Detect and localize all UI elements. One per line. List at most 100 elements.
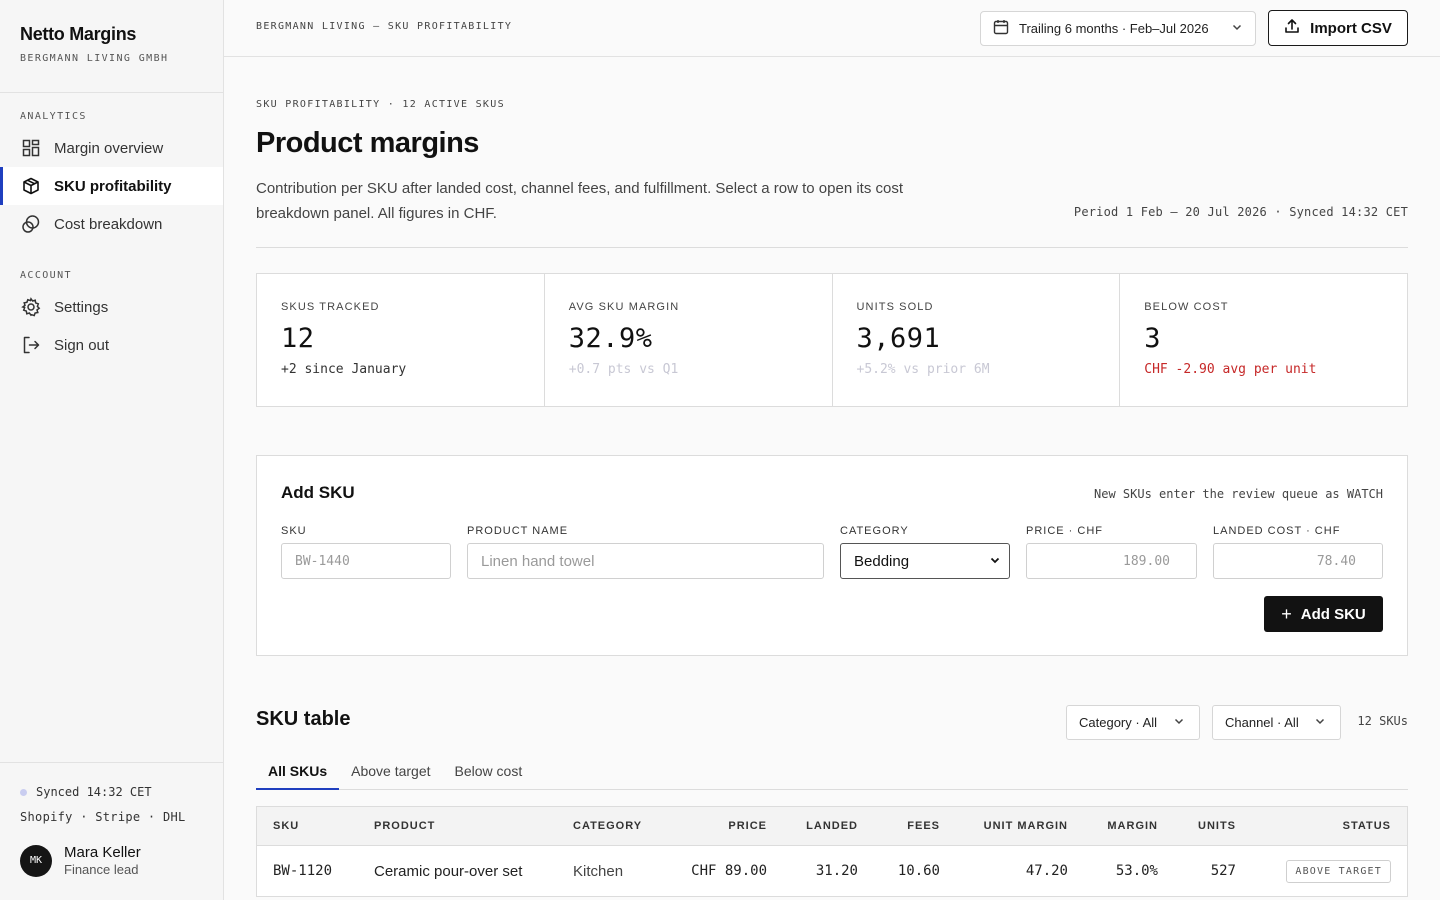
chevron-down-icon xyxy=(1314,715,1326,730)
avatar: MK xyxy=(20,844,52,877)
sidebar-item-sign-out[interactable]: Sign out xyxy=(0,326,223,364)
column-header-landed[interactable]: LANDED xyxy=(806,807,858,845)
landed-cost-label: LANDED COST · CHF xyxy=(1213,525,1341,537)
grid-icon xyxy=(20,137,42,159)
import-csv-label: Import CSV xyxy=(1310,19,1392,37)
tab-above-target[interactable]: Above target xyxy=(339,755,442,790)
tab-below-cost[interactable]: Below cost xyxy=(443,755,535,790)
column-header-fees[interactable]: FEES xyxy=(907,807,940,845)
column-header-unit-margin[interactable]: UNIT MARGIN xyxy=(984,807,1068,845)
sidebar-item-settings[interactable]: Settings xyxy=(0,288,223,326)
period-meta: Period 1 Feb – 20 Jul 2026 · Synced 14:3… xyxy=(1073,205,1408,219)
user-role: Finance lead xyxy=(64,862,139,877)
kpi-units-sold: UNITS SOLD 3,691 +5.2% vs prior 6M xyxy=(833,274,1121,406)
chevron-down-icon xyxy=(1173,715,1185,730)
product-name-field-group: PRODUCT NAME Linen hand towel xyxy=(467,525,824,579)
sidebar: Netto Margins BERGMANN LIVING GMBH ANALY… xyxy=(0,0,224,900)
column-header-margin[interactable]: MARGIN xyxy=(1107,807,1158,845)
sign-out-icon xyxy=(20,334,42,356)
kpi-strip: SKUS TRACKED 12 +2 since January AVG SKU… xyxy=(256,273,1408,407)
sync-status-text: Synced 14:32 CET xyxy=(36,785,152,799)
cell-sku: BW-1120 xyxy=(273,863,333,879)
sku-table: SKU PRODUCT CATEGORY PRICE LANDED FEES U… xyxy=(256,806,1408,897)
page-title: Product margins xyxy=(256,127,479,159)
kpi-note: +0.7 pts vs Q1 xyxy=(568,362,679,377)
kpi-value: 32.9% xyxy=(568,323,653,354)
add-sku-card: Add SKU New SKUs enter the review queue … xyxy=(256,455,1408,656)
sku-field-label: SKU xyxy=(281,525,307,537)
import-csv-button[interactable]: Import CSV xyxy=(1268,10,1408,46)
status-badge: ABOVE TARGET xyxy=(1286,859,1391,883)
column-header-sku[interactable]: SKU xyxy=(273,807,299,845)
chevron-down-icon xyxy=(1231,21,1243,36)
cell-status: ABOVE TARGET xyxy=(1286,846,1391,896)
kpi-label: AVG SKU MARGIN xyxy=(568,301,680,313)
column-header-status[interactable]: STATUS xyxy=(1343,807,1391,845)
add-sku-button-label: Add SKU xyxy=(1300,605,1366,623)
sku-table-title: SKU table xyxy=(256,708,351,730)
period-selector[interactable]: Trailing 6 months · Feb–Jul 2026 xyxy=(980,11,1256,46)
kpi-value: 3 xyxy=(1144,323,1162,354)
sidebar-item-margin-overview[interactable]: Margin overview xyxy=(0,129,223,167)
brand: Netto Margins BERGMANN LIVING GMBH xyxy=(0,0,223,93)
sidebar-item-label: Margin overview xyxy=(54,139,164,157)
cell-landed: 31.20 xyxy=(815,863,858,879)
category-select[interactable]: Bedding xyxy=(840,543,1010,579)
page-description: Contribution per SKU after landed cost, … xyxy=(256,180,904,222)
upload-icon xyxy=(1284,18,1300,38)
price-input[interactable]: 189.00 xyxy=(1026,543,1197,579)
status-dot-icon xyxy=(20,788,27,796)
user-profile[interactable]: MK Mara Keller Finance lead xyxy=(20,844,203,877)
sidebar-item-label: SKU profitability xyxy=(54,177,172,195)
period-label: Trailing 6 months · Feb–Jul 2026 xyxy=(1019,21,1209,36)
company-name: BERGMANN LIVING GMBH xyxy=(20,53,169,64)
breadcrumb: BERGMANN LIVING — SKU PROFITABILITY xyxy=(256,21,513,32)
kpi-label: SKUS TRACKED xyxy=(281,301,380,313)
kpi-label: UNITS SOLD xyxy=(856,301,934,313)
kpi-value: 3,691 xyxy=(856,323,941,354)
column-header-units[interactable]: UNITS xyxy=(1198,807,1236,845)
cell-margin: 53.0% xyxy=(1115,863,1158,879)
sidebar-item-cost-breakdown[interactable]: Cost breakdown xyxy=(0,205,223,243)
sku-tabs: All SKUs Above target Below cost xyxy=(256,755,1408,790)
product-name-input[interactable]: Linen hand towel xyxy=(467,543,824,579)
nav-section-analytics: ANALYTICS xyxy=(20,111,87,122)
kpi-note: CHF -2.90 avg per unit xyxy=(1144,362,1317,377)
sidebar-item-label: Sign out xyxy=(54,336,110,354)
kpi-note: +2 since January xyxy=(281,362,407,377)
kpi-below-cost: BELOW COST 3 CHF -2.90 avg per unit xyxy=(1120,274,1407,406)
column-header-price[interactable]: PRICE xyxy=(728,807,767,845)
column-header-product[interactable]: PRODUCT xyxy=(374,807,435,845)
table-row[interactable]: BW-1120 Ceramic pour-over set Kitchen CH… xyxy=(257,846,1407,896)
sidebar-item-sku-profitability[interactable]: SKU profitability xyxy=(0,167,223,205)
app-title: Netto Margins xyxy=(20,24,137,44)
kpi-avg-sku-margin: AVG SKU MARGIN 32.9% +0.7 pts vs Q1 xyxy=(545,274,833,406)
sku-field-group: SKU BW-1440 xyxy=(281,525,451,579)
table-header: SKU PRODUCT CATEGORY PRICE LANDED FEES U… xyxy=(257,807,1407,846)
chevron-down-icon xyxy=(989,553,1001,570)
category-filter[interactable]: Category · All xyxy=(1066,705,1200,740)
coins-icon xyxy=(20,213,42,235)
tab-all-skus[interactable]: All SKUs xyxy=(256,755,340,790)
cell-units: 527 xyxy=(1210,863,1236,879)
add-sku-title: Add SKU xyxy=(281,483,355,502)
landed-cost-input[interactable]: 78.40 xyxy=(1213,543,1383,579)
sidebar-footer: Synced 14:32 CET Shopify · Stripe · DHL … xyxy=(0,762,223,877)
user-name: Mara Keller xyxy=(64,844,141,861)
calendar-icon xyxy=(993,19,1009,38)
cell-product: Ceramic pour-over set xyxy=(374,862,523,880)
sku-input[interactable]: BW-1440 xyxy=(281,543,451,579)
gear-icon xyxy=(20,296,42,318)
kpi-note: +5.2% vs prior 6M xyxy=(856,362,990,377)
kpi-skus-tracked: SKUS TRACKED 12 +2 since January xyxy=(257,274,545,406)
column-header-category[interactable]: CATEGORY xyxy=(573,807,642,845)
sidebar-item-label: Cost breakdown xyxy=(54,215,163,233)
channel-filter[interactable]: Channel · All xyxy=(1212,705,1341,740)
sku-count: 12 SKUs xyxy=(1357,714,1408,728)
cell-price: CHF 89.00 xyxy=(691,863,767,879)
channel-filter-label: Channel · All xyxy=(1225,715,1299,730)
category-select-value: Bedding xyxy=(854,552,910,570)
product-name-label: PRODUCT NAME xyxy=(467,525,569,537)
add-sku-button[interactable]: + Add SKU xyxy=(1264,596,1383,632)
box-icon xyxy=(20,175,42,197)
